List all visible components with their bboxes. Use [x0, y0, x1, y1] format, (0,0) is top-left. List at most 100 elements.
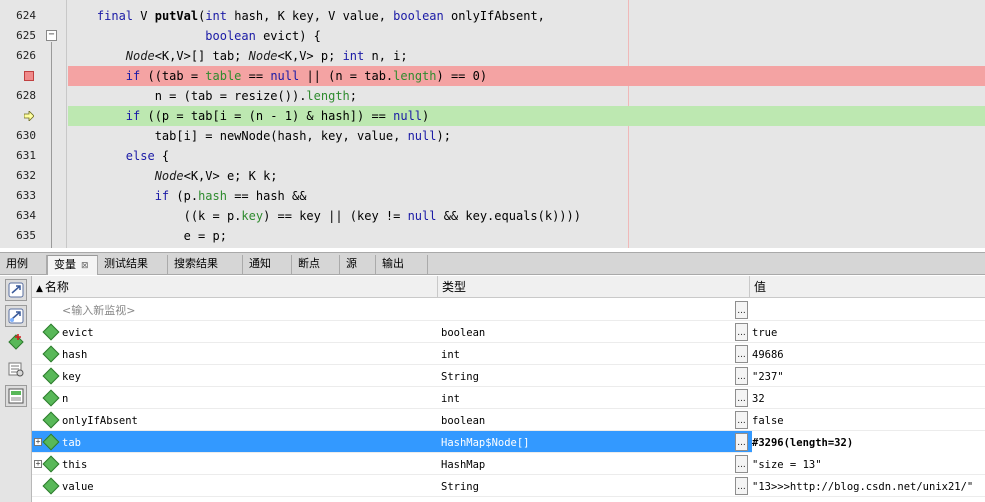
code-editor[interactable]: 624 final V putVal(int hash, K key, V va…	[0, 0, 985, 248]
show-watches-button[interactable]	[5, 305, 27, 327]
code-token: {	[154, 149, 170, 163]
show-evaluation-button[interactable]	[5, 279, 27, 301]
code-token: else	[125, 149, 155, 163]
edit-value-button[interactable]: ...	[735, 433, 748, 451]
variable-value[interactable]: 49686	[752, 343, 985, 365]
line-number: 628	[16, 89, 36, 102]
expand-node-icon[interactable]: +	[34, 460, 42, 468]
variable-row-tab[interactable]: + tab HashMap$Node[]... #3296(length=32)	[32, 431, 985, 453]
edit-value-button[interactable]: ...	[735, 301, 748, 319]
code-token: onlyIfAbsent,	[443, 9, 545, 23]
code-text[interactable]: else {	[68, 146, 985, 166]
code-token: ) == key || (key !=	[263, 209, 408, 223]
variable-row-key[interactable]: key String... "237"	[32, 365, 985, 387]
variable-row-onlyIfAbsent[interactable]: onlyIfAbsent boolean... false	[32, 409, 985, 431]
code-token: n = (tab = resize()).	[68, 89, 307, 103]
expand-node-icon[interactable]: +	[34, 438, 42, 446]
code-line: 628 n = (tab = resize()).length;	[0, 86, 985, 106]
variable-row-hash[interactable]: hash int... 49686	[32, 343, 985, 365]
code-token: hash, K key, V value,	[227, 9, 394, 23]
variable-row-evict[interactable]: evict boolean... true	[32, 321, 985, 343]
variable-settings-button[interactable]	[5, 358, 27, 380]
variable-value[interactable]: true	[752, 321, 985, 343]
variable-value[interactable]: "size = 13"	[752, 453, 985, 475]
code-token: Node	[248, 49, 278, 63]
new-watch-row[interactable]: <输入新监视> ...	[32, 299, 985, 321]
code-line: 624 final V putVal(int hash, K key, V va…	[0, 6, 985, 26]
variable-value[interactable]: "237"	[752, 365, 985, 387]
new-watch-placeholder[interactable]: <输入新监视>	[62, 299, 438, 321]
code-text[interactable]: e = p;	[68, 226, 985, 246]
code-token: length	[306, 89, 350, 103]
code-text[interactable]: if ((tab = table == null || (n = tab.len…	[68, 66, 985, 86]
code-token: int	[205, 9, 227, 23]
variable-name: onlyIfAbsent	[62, 415, 138, 427]
variable-value[interactable]: "13>>>http://blog.csdn.net/unix21/"	[752, 475, 985, 497]
code-text[interactable]: tab[i] = newNode(hash, key, value, null)…	[68, 126, 985, 146]
line-number: 624	[16, 9, 36, 22]
edit-value-button[interactable]: ...	[735, 345, 748, 363]
sort-ascending-icon: ▲	[36, 284, 43, 294]
code-token: <K,V>[] tab;	[154, 49, 249, 63]
code-token: ((tab =	[140, 69, 206, 83]
code-text[interactable]: Node<K,V>[] tab; Node<K,V> p; int n, i;	[68, 46, 985, 66]
code-line: 632 Node<K,V> e; K k;	[0, 166, 985, 186]
tab-test-results[interactable]: 测试结果	[98, 255, 168, 275]
variable-row-n[interactable]: n int... 32	[32, 387, 985, 409]
variable-type: boolean	[441, 327, 486, 339]
code-text[interactable]: boolean evict) {	[68, 26, 985, 46]
table-header: ▲ 名称 类型 值	[32, 276, 985, 298]
show-classic-view-button[interactable]	[5, 385, 27, 407]
code-text[interactable]: ((k = p.key) == key || (key != null && k…	[68, 206, 985, 226]
local-variable-icon	[42, 367, 60, 385]
edit-value-button[interactable]: ...	[735, 455, 748, 473]
tab-output[interactable]: 输出	[376, 255, 428, 275]
tab-notifications[interactable]: 通知	[243, 255, 292, 275]
variable-value[interactable]: #3296(length=32)	[752, 431, 985, 453]
edit-value-button[interactable]: ...	[735, 477, 748, 495]
tab-breakpoints[interactable]: 断点	[292, 255, 340, 275]
tab-usages[interactable]: 用例	[0, 255, 47, 275]
edit-value-button[interactable]: ...	[735, 323, 748, 341]
new-watch-button[interactable]	[5, 331, 27, 353]
close-tab-icon[interactable]: ⊠	[81, 261, 89, 271]
edit-value-button[interactable]: ...	[735, 367, 748, 385]
code-token: n, i;	[364, 49, 408, 63]
edit-value-button[interactable]: ...	[735, 411, 748, 429]
edit-value-button[interactable]: ...	[735, 389, 748, 407]
line-number: 635	[16, 229, 36, 242]
line-number: 633	[16, 189, 36, 202]
code-token: int	[342, 49, 365, 63]
variable-name: evict	[62, 327, 94, 339]
code-token: (p.	[169, 189, 199, 203]
column-header-type[interactable]: 类型	[438, 276, 750, 298]
code-text[interactable]: n = (tab = resize()).length;	[68, 86, 985, 106]
local-variable-icon	[42, 411, 60, 429]
code-text[interactable]: if ((p = tab[i = (n - 1) & hash]) == nul…	[68, 106, 985, 126]
code-text[interactable]: Node<K,V> e; K k;	[68, 166, 985, 186]
variable-type: int	[441, 349, 460, 361]
line-number: 630	[16, 129, 36, 142]
breakpoint-icon[interactable]	[24, 71, 34, 81]
variable-row-value[interactable]: value String... "13>>>http://blog.csdn.net…	[32, 475, 985, 497]
local-variable-icon	[42, 345, 60, 363]
tab-sources[interactable]: 源	[340, 255, 376, 275]
variable-row-this[interactable]: + this HashMap... "size = 13"	[32, 453, 985, 475]
column-header-value[interactable]: 值	[750, 276, 985, 298]
code-token: tab[i] = newNode(hash, key, value,	[68, 129, 408, 143]
code-line: 625 boolean evict) {	[0, 26, 985, 46]
local-variable-icon	[42, 455, 60, 473]
variable-value[interactable]: false	[752, 409, 985, 431]
column-header-name[interactable]: ▲ 名称	[32, 276, 438, 298]
tab-search-results[interactable]: 搜索结果	[168, 255, 243, 275]
code-text[interactable]: final V putVal(int hash, K key, V value,…	[68, 6, 985, 26]
variable-name: this	[62, 459, 88, 471]
variable-type: int	[441, 393, 460, 405]
variable-value[interactable]: 32	[752, 387, 985, 409]
code-text[interactable]: if (p.hash == hash &&	[68, 186, 985, 206]
tab-variables[interactable]: 变量 ⊠	[47, 255, 98, 275]
fold-collapse-icon[interactable]: −	[46, 30, 57, 41]
